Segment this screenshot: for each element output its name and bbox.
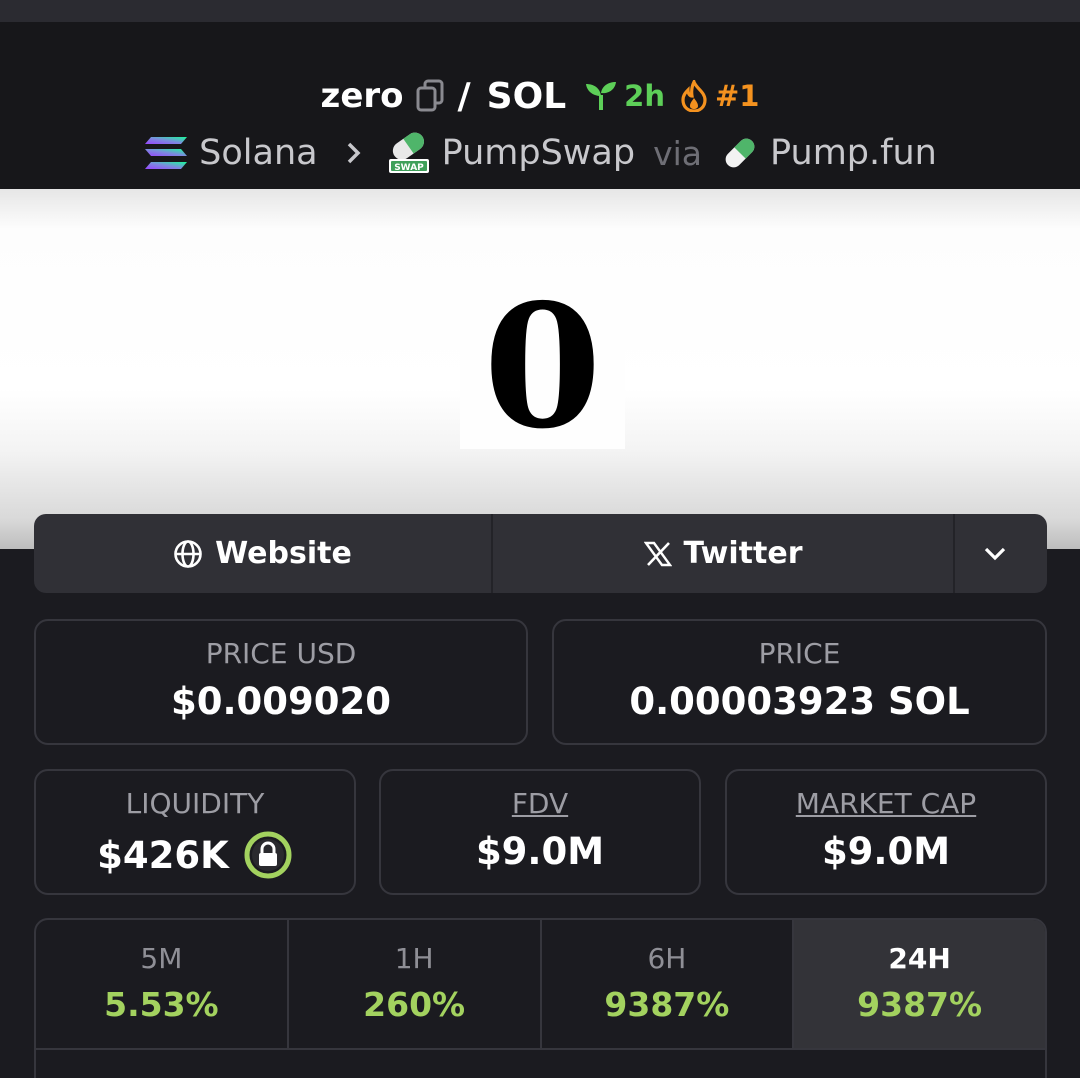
lock-icon[interactable]	[243, 830, 293, 880]
tab-change: 9387%	[604, 985, 730, 1024]
timeframe-tabs: 5M 5.53% 1H 260% 6H 9387% 24H 9387%	[36, 920, 1045, 1050]
tab-24h[interactable]: 24H 9387%	[794, 920, 1045, 1048]
chain-link[interactable]: Solana	[199, 133, 317, 173]
copy-address-icon[interactable]	[416, 79, 444, 113]
price-usd-value: $0.009020	[170, 680, 391, 723]
fdv-label[interactable]: FDV	[381, 787, 699, 820]
twitter-label: Twitter	[683, 536, 803, 571]
tab-label: 24H	[888, 942, 951, 975]
x-logo-icon	[643, 541, 672, 566]
social-links-bar: Website Twitter	[34, 514, 1047, 593]
dex-link[interactable]: PumpSwap	[442, 133, 636, 173]
twitter-button[interactable]: Twitter	[493, 514, 955, 593]
market-cap-value: $9.0M	[821, 830, 951, 873]
timeframe-selector: 5M 5.53% 1H 260% 6H 9387% 24H 9387%	[34, 918, 1047, 1078]
pumpswap-icon: SWAP	[386, 131, 432, 175]
solana-icon	[143, 135, 189, 171]
market-cap-card[interactable]: MARKET CAP $9.0M	[725, 769, 1047, 895]
tab-label: 6H	[647, 942, 687, 975]
liquidity-value: $426K	[97, 833, 229, 877]
tab-1h[interactable]: 1H 260%	[289, 920, 542, 1048]
fdv-value: $9.0M	[475, 830, 605, 873]
fdv-card[interactable]: FDV $9.0M	[379, 769, 701, 895]
tab-change: 260%	[363, 985, 466, 1024]
pill-icon	[720, 133, 760, 173]
liquidity-card: LIQUIDITY $426K	[34, 769, 356, 895]
tab-change: 5.53%	[104, 985, 219, 1024]
price-usd-label: PRICE USD	[205, 637, 357, 670]
trending-rank-text: #1	[714, 79, 760, 113]
dex-badge-text: SWAP	[394, 163, 424, 173]
website-button[interactable]: Website	[34, 514, 493, 593]
price-native-label: PRICE	[758, 637, 841, 670]
pair-age-text: 2h	[624, 79, 665, 113]
trending-rank-badge[interactable]: #1	[679, 79, 759, 113]
token-logo: 0	[460, 266, 625, 467]
via-label: via	[653, 133, 703, 173]
top-strip	[0, 0, 1080, 22]
flame-icon	[681, 80, 707, 112]
chevron-down-icon	[984, 547, 1006, 560]
token-logo-text: 0	[483, 266, 602, 467]
pair-header: zero / SOL 2h #1 Solana SWAP PumpSwap vi…	[0, 22, 1080, 189]
liquidity-label: LIQUIDITY	[125, 787, 265, 820]
tab-change: 9387%	[857, 985, 983, 1024]
base-token-symbol: zero	[320, 76, 404, 116]
tab-5m[interactable]: 5M 5.53%	[36, 920, 289, 1048]
tab-label: 1H	[394, 942, 434, 975]
price-usd-card: PRICE USD $0.009020	[34, 619, 528, 745]
pair-separator: /	[457, 75, 471, 117]
token-banner: 0	[0, 189, 1080, 549]
tab-6h[interactable]: 6H 9387%	[542, 920, 795, 1048]
more-links-button[interactable]	[955, 514, 1047, 593]
market-cap-label[interactable]: MARKET CAP	[727, 787, 1045, 820]
breadcrumb: Solana SWAP PumpSwap via Pump.fun	[0, 130, 1080, 176]
price-native-value: 0.00003923 SOL	[629, 680, 970, 723]
launchpad-link[interactable]: Pump.fun	[770, 133, 937, 173]
liquidity-value-row: $426K	[36, 830, 354, 880]
quote-token-symbol: SOL	[486, 75, 567, 117]
globe-icon	[174, 539, 202, 568]
chevron-right-icon	[346, 141, 362, 165]
tab-label: 5M	[140, 942, 183, 975]
price-native-card: PRICE 0.00003923 SOL	[552, 619, 1047, 745]
pair-title-row: zero / SOL 2h #1	[0, 72, 1080, 120]
seedling-icon	[586, 82, 617, 110]
website-label: Website	[215, 536, 352, 571]
pair-age-badge: 2h	[584, 79, 665, 113]
